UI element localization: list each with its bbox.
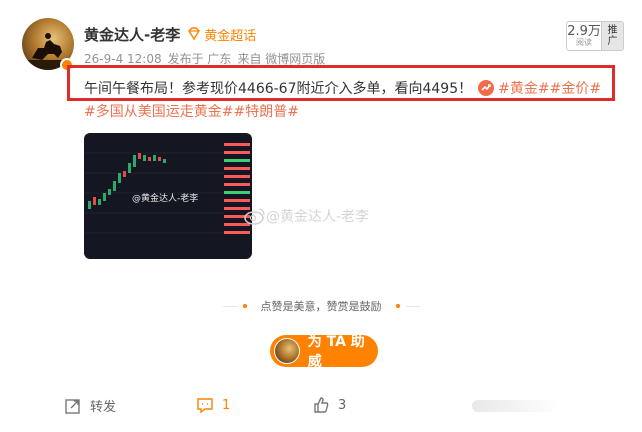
promote-button[interactable]: 推广 xyxy=(601,22,623,50)
forward-icon xyxy=(65,398,80,414)
username[interactable]: 黄金达人-老李 xyxy=(84,24,180,45)
post-location: 发布于 广东 xyxy=(167,52,232,66)
topic-link[interactable]: #特朗普# xyxy=(233,104,298,120)
post-text: 午间午餐布局！参考现价4466-67附近介入多单，看向4495！ xyxy=(84,81,473,97)
reward-hint: 点赞是美意，赞赏是鼓励 xyxy=(260,300,382,313)
action-bar: 转发 1 3 xyxy=(0,396,642,424)
post-image[interactable]: @黄金达人-老李 xyxy=(84,133,252,259)
diamond-icon xyxy=(188,27,201,41)
supertopic-badge[interactable]: 黄金超话 xyxy=(204,25,256,44)
comment-icon xyxy=(197,398,213,414)
forward-label: 转发 xyxy=(90,400,117,415)
post-date[interactable]: 26-9-4 12:08 xyxy=(84,52,162,66)
weibo-logo-icon xyxy=(244,208,265,225)
post-topics-line: #多国从美国运走黄金##特朗普# xyxy=(84,101,299,121)
read-count-box: 2.9万 阅读 推广 xyxy=(566,21,624,51)
avatar[interactable] xyxy=(22,18,74,72)
trend-icon xyxy=(478,80,495,96)
read-count-label: 阅读 xyxy=(576,37,593,47)
support-avatar xyxy=(274,338,300,364)
divider-dot-icon xyxy=(395,304,400,308)
topic-link[interactable]: #多国从美国运走黄金# xyxy=(84,104,233,120)
like-count: 3 xyxy=(338,397,347,413)
post-source: 来自 微博网页版 xyxy=(237,52,326,66)
thumbs-up-icon xyxy=(314,397,329,413)
support-button[interactable]: 为 TA 助威 xyxy=(270,334,378,370)
comment-count: 1 xyxy=(222,397,231,413)
support-button-label: 为 TA 助威 xyxy=(307,334,365,370)
read-count: 2.9万 xyxy=(567,23,601,39)
post-text-line: 午间午餐布局！参考现价4466-67附近介入多单，看向4495！ #黄金# #金价… xyxy=(84,78,601,98)
topic-link[interactable]: #金价# xyxy=(550,78,601,98)
image-watermark: @黄金达人-老李 xyxy=(132,194,199,204)
weibo-watermark: @黄金达人-老李 xyxy=(244,206,369,226)
watermark-text: @黄金达人-老李 xyxy=(266,209,370,225)
topic-link[interactable]: #黄金# xyxy=(498,78,549,98)
divider-dot-icon xyxy=(242,304,247,308)
more-bar xyxy=(472,400,560,412)
like-button[interactable]: 3 xyxy=(312,396,346,414)
comment-button[interactable]: 1 xyxy=(196,396,230,414)
forward-button[interactable]: 转发 xyxy=(64,396,116,415)
